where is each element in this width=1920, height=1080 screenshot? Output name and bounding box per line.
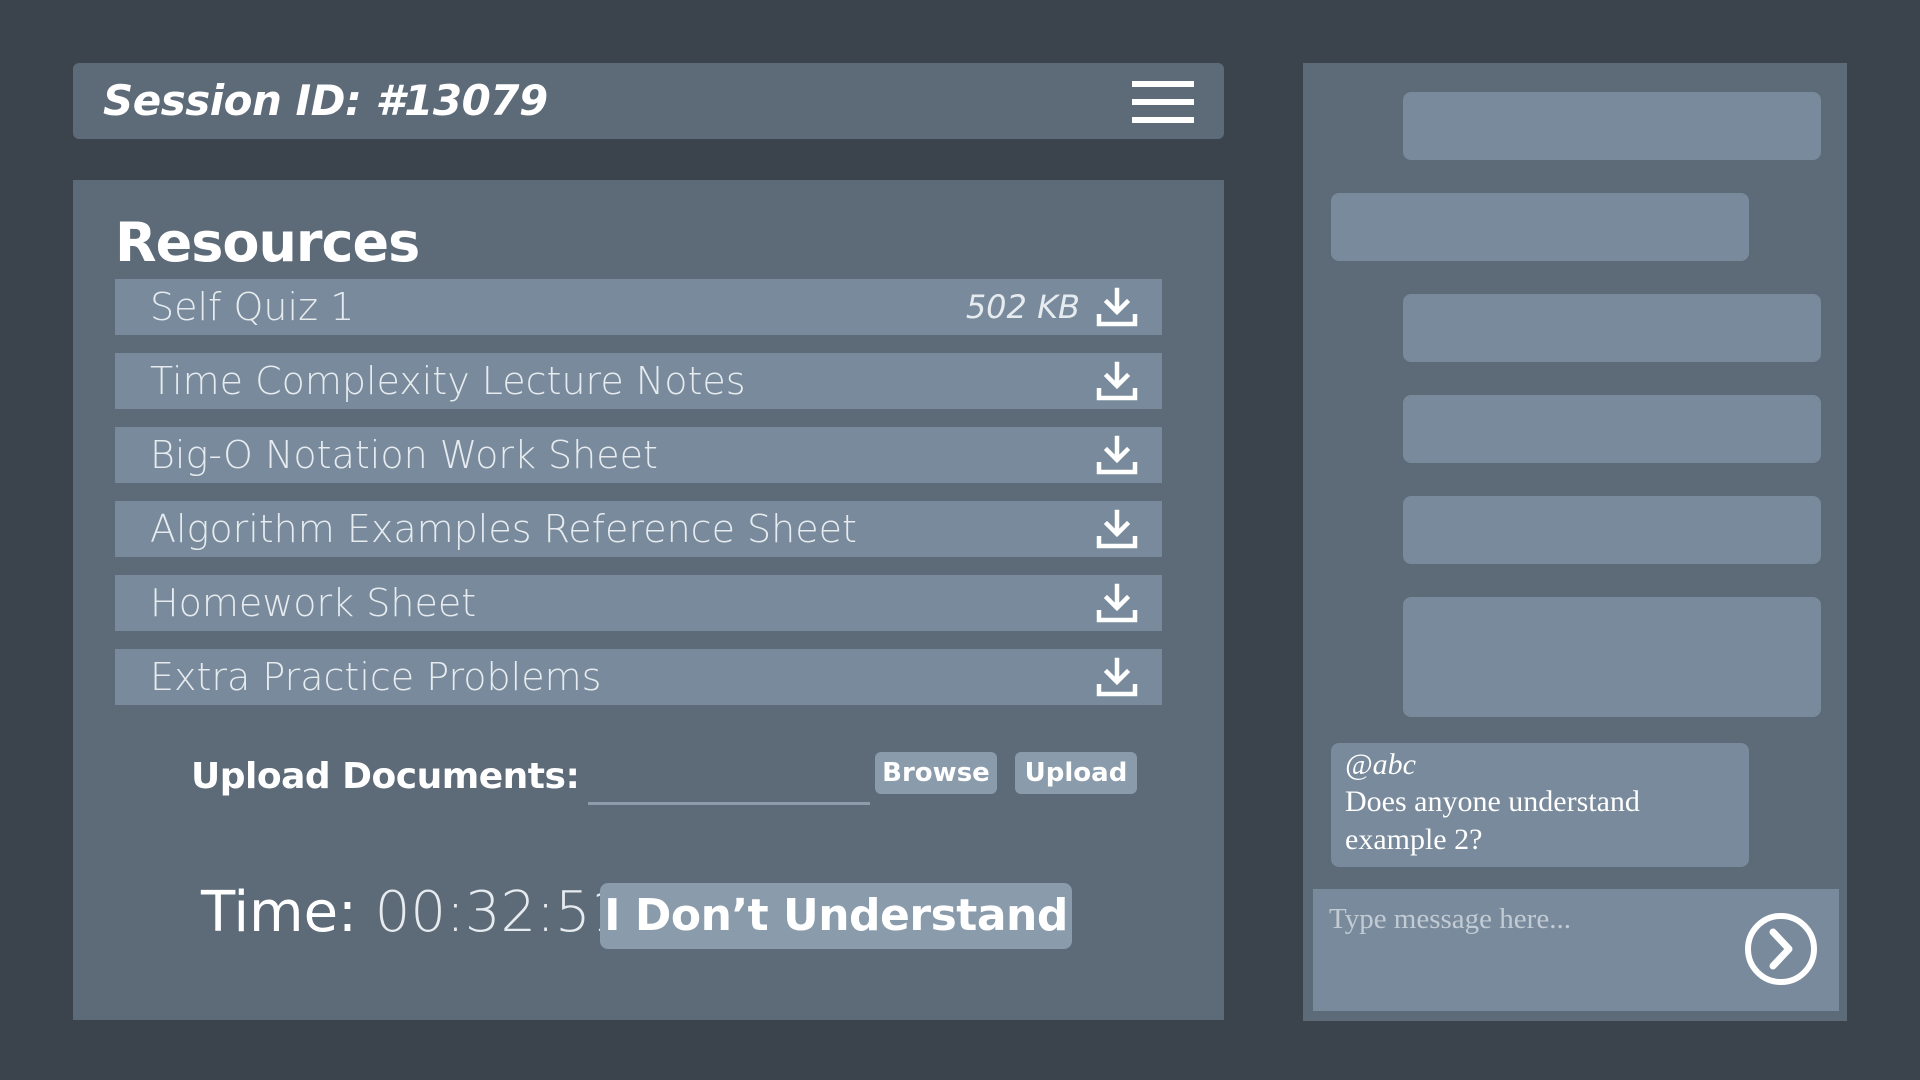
chat-message-placeholder	[1403, 496, 1821, 564]
resource-item-self-quiz[interactable]: Self Quiz 1 502 KB	[115, 279, 1162, 335]
download-icon[interactable]	[1096, 287, 1138, 327]
timer: Time: 00:32:51	[201, 880, 626, 946]
resource-name: Algorithm Examples Reference Sheet	[150, 507, 857, 551]
download-icon[interactable]	[1096, 435, 1138, 475]
chat-message-user: @abc	[1345, 748, 1416, 781]
resource-name: Extra Practice Problems	[150, 655, 602, 699]
resource-item-time-complexity-notes[interactable]: Time Complexity Lecture Notes	[115, 353, 1162, 409]
resource-item-big-o-worksheet[interactable]: Big-O Notation Work Sheet	[115, 427, 1162, 483]
browse-button[interactable]: Browse	[875, 752, 997, 794]
upload-file-field[interactable]	[588, 760, 870, 805]
chat-panel: @abc Does anyone understand example 2?	[1303, 63, 1847, 1021]
resource-item-algorithm-examples[interactable]: Algorithm Examples Reference Sheet	[115, 501, 1162, 557]
chat-message: @abc Does anyone understand example 2?	[1331, 743, 1749, 867]
download-icon[interactable]	[1096, 361, 1138, 401]
resources-title: Resources	[115, 211, 420, 274]
resource-name: Big-O Notation Work Sheet	[150, 433, 658, 477]
dont-understand-button[interactable]: I Don’t Understand	[600, 883, 1072, 949]
chat-message-placeholder	[1403, 294, 1821, 362]
resource-name: Time Complexity Lecture Notes	[150, 359, 746, 403]
upload-documents-label: Upload Documents:	[191, 756, 580, 797]
timer-label: Time:	[201, 880, 357, 945]
chat-message-placeholder	[1403, 395, 1821, 463]
download-icon[interactable]	[1096, 657, 1138, 697]
main-panel: Resources Self Quiz 1 502 KB Time Comple…	[73, 180, 1224, 1020]
upload-button[interactable]: Upload	[1015, 752, 1137, 794]
chat-message-placeholder	[1403, 92, 1821, 160]
download-icon[interactable]	[1096, 583, 1138, 623]
session-title: Session ID: #13079	[103, 76, 548, 125]
chat-message-placeholder	[1331, 193, 1749, 261]
send-arrow-icon[interactable]	[1743, 911, 1819, 987]
session-header: Session ID: #13079	[73, 63, 1224, 139]
resource-item-extra-practice[interactable]: Extra Practice Problems	[115, 649, 1162, 705]
download-icon[interactable]	[1096, 509, 1138, 549]
chat-message-placeholder	[1403, 597, 1821, 717]
resource-name: Homework Sheet	[150, 581, 477, 625]
chat-input-area	[1313, 889, 1839, 1011]
timer-value: 00:32:51	[374, 880, 627, 945]
resource-name: Self Quiz 1	[150, 285, 355, 329]
chat-message-input[interactable]	[1313, 889, 1733, 949]
resource-size: 502 KB	[965, 288, 1080, 326]
chat-message-text: Does anyone understand example 2?	[1345, 785, 1640, 856]
hamburger-menu-icon[interactable]	[1132, 81, 1194, 123]
resource-item-homework-sheet[interactable]: Homework Sheet	[115, 575, 1162, 631]
